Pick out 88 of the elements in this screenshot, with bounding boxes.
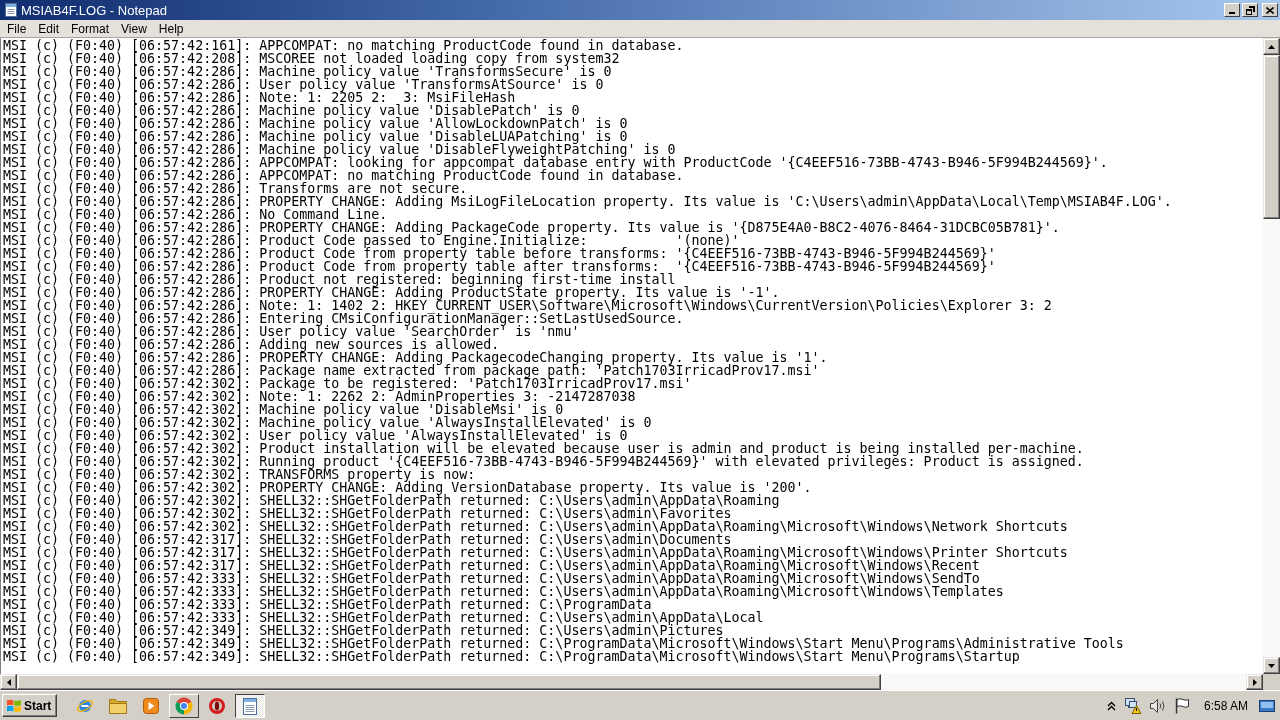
log-line: MSI (c) (F0:40) [06:57:42:286]: Machine policy value 'TransformsSecure' is 0 [3, 65, 612, 78]
start-logo-icon [6, 697, 22, 714]
log-line: MSI (c) (F0:40) [06:57:42:286]: Package name extracted from package path: 'Patch1703IrricadProv17.msi' [3, 364, 820, 377]
log-line: MSI (c) (F0:40) [06:57:42:302]: TRANSFORMS property is now: [3, 468, 476, 481]
log-line: MSI (c) (F0:40) [06:57:42:333]: SHELL32::SHGetFolderPath returned: C:\Users\admin\AppData\Roaming\Microsoft\Windows\Templates [3, 585, 1004, 598]
scroll-up-button[interactable] [1263, 38, 1280, 55]
right-arrow-icon [1252, 678, 1257, 686]
log-line: MSI (c) (F0:40) [06:57:42:349]: SHELL32::SHGetFolderPath returned: C:\ProgramData\Microsoft\Windows\Start Menu\Programs\Startup [3, 650, 1020, 663]
log-line: MSI (c) (F0:40) [06:57:42:333]: SHELL32::SHGetFolderPath returned: C:\Users\admin\AppData\Local [3, 611, 764, 624]
desktop-icon [1259, 699, 1275, 712]
log-line: MSI (c) (F0:40) [06:57:42:349]: SHELL32::SHGetFolderPath returned: C:\ProgramData\Microsoft\Windows\Start Menu\Programs\Administrative Tools [3, 637, 1124, 650]
log-line: MSI (c) (F0:40) [06:57:42:286]: PROPERTY CHANGE: Adding PackagecodeChanging property. Its value is '1'. [3, 351, 828, 364]
clock[interactable]: 6:58 AM [1203, 698, 1248, 713]
close-icon [1266, 6, 1274, 14]
log-line: MSI (c) (F0:40) [06:57:42:333]: SHELL32::SHGetFolderPath returned: C:\Users\admin\AppData\Roaming\Microsoft\Windows\SendTo [3, 572, 980, 585]
folder-icon [109, 697, 128, 714]
start-button[interactable]: Start [2, 694, 58, 717]
speaker-icon[interactable] [1149, 698, 1166, 713]
log-line: MSI (c) (F0:40) [06:57:42:286]: Machine policy value 'DisableLUAPatching' is 0 [3, 130, 628, 143]
log-line: MSI (c) (F0:40) [06:57:42:286]: Adding new sources is allowed. [3, 338, 500, 351]
log-line: MSI (c) (F0:40) [06:57:42:286]: Product Code from property table before transforms: '{C4EEF516-73BB-4743-B946-5F994B244569}' [3, 247, 996, 260]
menu-item[interactable]: Help [152, 20, 190, 37]
minimize-icon [1229, 12, 1235, 14]
log-line: MSI (c) (F0:40) [06:57:42:302]: Running product '{C4EEF516-73BB-4743-B946-5F994B244569}' with elevated privileges: Product is assigned. [3, 455, 1084, 468]
menu-item[interactable]: Edit [32, 20, 66, 37]
scrollbar-thumb[interactable] [1263, 55, 1280, 219]
log-line: MSI (c) (F0:40) [06:57:42:302]: Machine policy value 'DisableMsi' is 0 [3, 403, 564, 416]
text-area[interactable] [0, 38, 1263, 674]
log-line: MSI (c) (F0:40) [06:57:42:302]: Note: 1: 2262 2: AdminProperties 3: -2147287038 [3, 390, 636, 403]
log-line: MSI (c) (F0:40) [06:57:42:286]: Note: 1: 1402 2: HKEY_CURRENT_USER\Software\Microsoft\Windows\CurrentVersion\Policies\Explorer 3: 2 [3, 299, 1052, 312]
log-line: MSI (c) (F0:40) [06:57:42:317]: SHELL32::SHGetFolderPath returned: C:\Users\admin\Documents [3, 533, 732, 546]
scroll-down-button[interactable] [1263, 657, 1280, 674]
minimize-button[interactable] [1224, 3, 1240, 17]
menu-item[interactable]: Format [65, 20, 116, 37]
scrollbar-thumb[interactable] [17, 674, 881, 690]
log-line: MSI (c) (F0:40) [06:57:42:302]: SHELL32::SHGetFolderPath returned: C:\Users\admin\AppData\Roaming\Microsoft\Windows\Network Shortcuts [3, 520, 1068, 533]
ring-icon [209, 697, 226, 714]
log-line: MSI (c) (F0:40) [06:57:42:286]: No Command Line. [3, 208, 388, 221]
segmented-circle-icon [175, 696, 194, 715]
log-line: MSI (c) (F0:40) [06:57:42:286]: Machine policy value 'DisableFlyweightPatching' is 0 [3, 143, 676, 156]
log-line: MSI (c) (F0:40) [06:57:42:286]: User policy value 'SearchOrder' is 'nmu' [3, 325, 580, 338]
notepad-icon [3, 2, 19, 18]
log-line: MSI (c) (F0:40) [06:57:42:302]: Product installation will be elevated because user is admin and product is being installed per-machine. [3, 442, 1084, 455]
log-line: MSI (c) (F0:40) [06:57:42:286]: Product Code passed to Engine.Initialize: '(none)' [3, 234, 740, 247]
flag-icon[interactable] [1174, 697, 1189, 714]
log-line: MSI (c) (F0:40) [06:57:42:286]: PROPERTY CHANGE: Adding MsiLogFileLocation property. Its value is 'C:\Users\admin\AppData\Local\Temp\MSIAB4F.LOG'. [3, 195, 1172, 208]
restore-button[interactable] [1242, 3, 1258, 17]
log-line: MSI (c) (F0:40) [06:57:42:302]: SHELL32::SHGetFolderPath returned: C:\Users\admin\AppData\Roaming [3, 494, 780, 507]
vertical-scrollbar[interactable] [1263, 38, 1280, 674]
log-line: MSI (c) (F0:40) [06:57:42:161]: APPCOMPAT: no matching ProductCode found in database. [3, 39, 684, 52]
log-line: MSI (c) (F0:40) [06:57:42:302]: SHELL32::SHGetFolderPath returned: C:\Users\admin\Favorites [3, 507, 732, 520]
log-line: MSI (c) (F0:40) [06:57:42:317]: SHELL32::SHGetFolderPath returned: C:\Users\admin\AppData\Roaming\Microsoft\Windows\Printer Shortcuts [3, 546, 1068, 559]
log-line: MSI (c) (F0:40) [06:57:42:286]: Machine policy value 'AllowLockdownPatch' is 0 [3, 117, 628, 130]
chevron-up-icon[interactable] [1106, 700, 1116, 711]
taskbar-button[interactable] [235, 693, 266, 718]
log-line: MSI (c) (F0:40) [06:57:42:286]: Machine policy value 'DisablePatch' is 0 [3, 104, 580, 117]
menu-item[interactable]: File [1, 20, 33, 37]
scroll-left-button[interactable] [0, 674, 17, 690]
log-line: MSI (c) (F0:40) [06:57:42:286]: APPCOMPAT: looking for appcompat database entry with ProductCode '{C4EEF516-73BB-4743-B946-5F994B244569}'. [3, 156, 1108, 169]
log-line: MSI (c) (F0:40) [06:57:42:286]: Note: 1: 2205 2: 3: MsiFileHash [3, 91, 516, 104]
restore-icon [1245, 5, 1255, 15]
network-warning-icon[interactable] [1124, 697, 1141, 714]
log-line: MSI (c) (F0:40) [06:57:42:286]: User policy value 'TransformsAtSource' is 0 [3, 78, 604, 91]
window-title: MSIAB4F.LOG - Notepad [21, 2, 167, 18]
log-line: MSI (c) (F0:40) [06:57:42:317]: SHELL32::SHGetFolderPath returned: C:\Users\admin\AppData\Roaming\Microsoft\Windows\Recent [3, 559, 980, 572]
menu-item[interactable]: View [115, 20, 153, 37]
down-arrow-icon [1268, 663, 1275, 668]
log-line: MSI (c) (F0:40) [06:57:42:286]: Entering CMsiConfigurationManager::SetLastUsedSource. [3, 312, 684, 325]
log-line: MSI (c) (F0:40) [06:57:42:302]: Machine policy value 'AlwaysInstallElevated' is 0 [3, 416, 652, 429]
close-button[interactable] [1262, 3, 1278, 17]
log-line: MSI (c) (F0:40) [06:57:42:333]: SHELL32::SHGetFolderPath returned: C:\ProgramData [3, 598, 652, 611]
log-line: MSI (c) (F0:40) [06:57:42:286]: PROPERTY CHANGE: Adding PackageCode property. Its value is '{D875E4A0-B8C2-4076-8464-31DCBC05B781}'. [3, 221, 1060, 234]
left-arrow-icon [6, 678, 11, 686]
scroll-right-button[interactable] [1246, 674, 1263, 690]
up-arrow-icon [1268, 44, 1275, 49]
log-line: MSI (c) (F0:40) [06:57:42:302]: Package to be registered: 'Patch1703IrricadProv17.msi' [3, 377, 692, 390]
log-line: MSI (c) (F0:40) [06:57:42:286]: APPCOMPAT: no matching ProductCode found in database. [3, 169, 684, 182]
log-line: MSI (c) (F0:40) [06:57:42:286]: Transforms are not secure. [3, 182, 468, 195]
log-line: MSI (c) (F0:40) [06:57:42:208]: MSCOREE not loaded loading copy from system32 [3, 52, 620, 65]
log-line: MSI (c) (F0:40) [06:57:42:349]: SHELL32::SHGetFolderPath returned: C:\Users\admin\Pictures [3, 624, 724, 637]
log-line: MSI (c) (F0:40) [06:57:42:286]: PROPERTY CHANGE: Adding ProductState property. Its value is '-1'. [3, 286, 780, 299]
log-line: MSI (c) (F0:40) [06:57:42:302]: User policy value 'AlwaysInstallElevated' is 0 [3, 429, 628, 442]
log-line: MSI (c) (F0:40) [06:57:42:286]: Product not registered: beginning first-time install [3, 273, 676, 286]
notepad-icon [242, 696, 259, 715]
log-line: MSI (c) (F0:40) [06:57:42:302]: PROPERTY CHANGE: Adding VersionDatabase property. Its value is '200'. [3, 481, 812, 494]
log-line: MSI (c) (F0:40) [06:57:42:286]: Product Code from property table after transforms: '{C4EEF516-73BB-4743-B946-5F994B244569}' [3, 260, 996, 273]
horizontal-scrollbar[interactable] [0, 674, 1263, 690]
play-icon [143, 697, 160, 714]
